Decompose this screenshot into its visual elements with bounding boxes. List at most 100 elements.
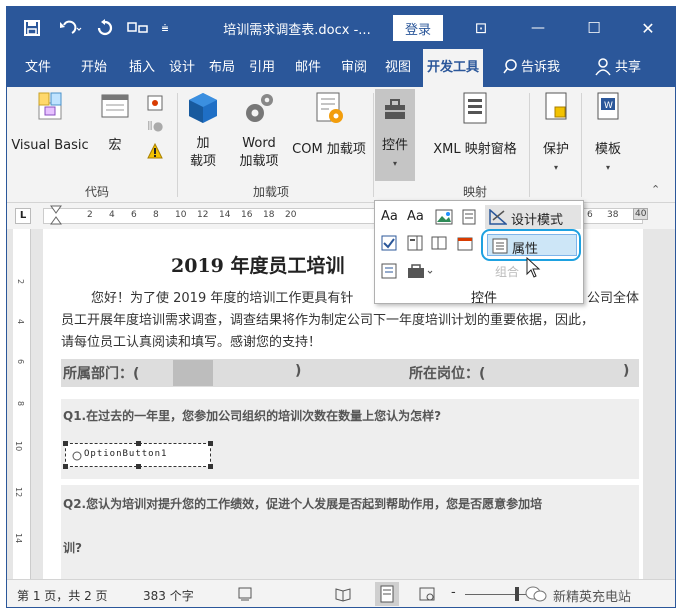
option-button-control[interactable]: OptionButton1 (63, 441, 213, 469)
word-count[interactable]: 383 个字 (143, 587, 194, 604)
login-button[interactable]: 登录 (393, 15, 443, 41)
group-divider (177, 93, 178, 197)
addins-label-2: 载项 (189, 154, 216, 169)
picture-control-icon[interactable] (435, 209, 453, 228)
xml-mapping-pane-button[interactable]: XML 映射窗格 (427, 91, 523, 159)
macro-icon (101, 94, 129, 118)
protect-label: 保护 (542, 142, 569, 157)
vruler-tick: 4 (16, 319, 25, 325)
indent-marker-icon[interactable] (49, 204, 63, 231)
vruler-tick: 2 (16, 279, 25, 285)
com-addins-icon (316, 92, 343, 123)
tab-review[interactable]: 审阅 (341, 49, 367, 87)
com-addins-button[interactable]: COM 加载项 (285, 91, 373, 159)
date-picker-control-icon[interactable] (457, 235, 475, 254)
ruler-tick: 18 (263, 210, 275, 220)
toolbox-icon (385, 99, 405, 119)
read-mode-icon[interactable] (335, 586, 351, 605)
intro-paragraph-line2: 员工开展年度培训需求调查，调查结果将作为制定公司下一年度培训计划的重要依据，因此… (61, 313, 595, 328)
tab-file[interactable]: 文件 (25, 49, 51, 87)
customize-qat-icon[interactable]: ⩧ (157, 7, 173, 49)
minimize-button[interactable]: — (523, 7, 553, 49)
tab-view[interactable]: 视图 (385, 49, 411, 87)
visual-basic-button[interactable]: Visual Basic (9, 91, 91, 155)
group-divider (529, 93, 530, 197)
ruler-tick: 14 (219, 210, 231, 220)
tab-selector[interactable]: L (15, 208, 31, 224)
department-label: 所属部门：( (63, 366, 140, 382)
controls-button[interactable]: 控件 ▾ (375, 89, 415, 181)
addins-label-1: 加 (196, 136, 210, 151)
redo-icon[interactable] (95, 7, 115, 49)
checkbox-control-icon[interactable] (381, 235, 397, 254)
save-icon[interactable] (21, 7, 43, 49)
right-indent-marker[interactable]: 40 (633, 208, 649, 220)
ruler-tick: 20 (285, 210, 297, 220)
legacy-tools-icon[interactable] (407, 263, 435, 282)
word-addins-label-2: 加载项 (239, 154, 279, 169)
record-macro-icon[interactable] (147, 95, 163, 111)
protect-button[interactable]: 保护 ▾ (533, 91, 579, 177)
wechat-logo-icon (525, 585, 547, 606)
word-addins-label-1: Word (242, 136, 276, 151)
ribbon-display-icon[interactable]: ⊡ (471, 7, 491, 49)
macro-security-icon[interactable] (147, 142, 163, 159)
tellme-box[interactable]: 告诉我 (521, 49, 560, 87)
department-close: ) (295, 363, 302, 379)
template-button[interactable]: W 模板 ▾ (585, 91, 631, 177)
share-button[interactable]: 共享 (615, 49, 641, 87)
intro-paragraph-line1-end: 公司全体 (587, 291, 640, 306)
question-q2: Q2.您认为培训对提升您的工作绩效，促进个人发展是否起到帮助作用，您是否愿意参加… (63, 497, 543, 511)
vruler-tick: 6 (16, 359, 25, 365)
vruler-tick: 8 (16, 401, 25, 407)
developer-ribbon: Visual Basic 宏 Ⅱ● 代码 加 载项 Word 加载项 COM 加… (7, 87, 675, 203)
tab-home[interactable]: 开始 (81, 49, 107, 87)
print-layout-icon[interactable] (375, 582, 399, 606)
ruler-tick: 2 (87, 210, 93, 220)
department-field[interactable] (173, 360, 213, 386)
chevron-down-icon: ▾ (392, 159, 397, 168)
intro-paragraph-line1: 您好！为了使 2019 年度的培训工作更具有针 (91, 291, 354, 306)
share-person-icon[interactable] (595, 49, 613, 87)
vertical-ruler[interactable]: 2 4 6 8 10 12 14 (13, 229, 31, 579)
design-mode-button[interactable]: 设计模式 (485, 205, 581, 229)
undo-icon[interactable] (55, 7, 85, 49)
tab-references[interactable]: 引用 (249, 49, 275, 87)
word-addins-button[interactable]: Word 加载项 (231, 91, 287, 171)
close-button[interactable]: ✕ (633, 7, 663, 49)
collapse-ribbon-icon[interactable]: ⌃ (651, 183, 660, 196)
page-count[interactable]: 第 1 页，共 2 页 (17, 587, 108, 604)
plain-text-control-button[interactable]: Aa (407, 209, 424, 224)
addins-button[interactable]: 加 载项 (183, 91, 223, 171)
touch-mode-icon[interactable] (125, 7, 151, 49)
macros-button[interactable]: 宏 (97, 91, 133, 155)
repeating-section-control-icon[interactable] (381, 263, 399, 282)
maximize-button[interactable]: ☐ (579, 7, 609, 49)
tab-insert[interactable]: 插入 (129, 49, 155, 87)
group-divider (581, 93, 582, 197)
tab-developer[interactable]: 开发工具 (423, 49, 484, 87)
tellme-search-icon[interactable] (503, 49, 519, 87)
web-layout-icon[interactable] (419, 586, 435, 605)
word-window: ⩧ 培训需求调查表.docx -... 登录 ⊡ — ☐ ✕ 文件 开始 插入 … (6, 6, 676, 608)
ruler-tick: 16 (241, 210, 253, 220)
combo-box-control-icon[interactable] (407, 235, 423, 254)
addins-cube-icon (189, 93, 217, 123)
rich-text-control-button[interactable]: Aa (381, 209, 398, 224)
pause-recording-icon[interactable]: Ⅱ● (147, 119, 163, 135)
question-q2-continued: 训? (63, 541, 82, 555)
controls-label: 控件 (381, 138, 408, 153)
tab-design[interactable]: 设计 (169, 49, 195, 87)
tab-mailings[interactable]: 邮件 (295, 49, 321, 87)
zoom-slider-thumb[interactable] (515, 587, 519, 601)
tab-layout[interactable]: 布局 (209, 49, 235, 87)
ruler-tick: 38 (607, 210, 619, 220)
zoom-out-icon[interactable]: - (451, 585, 456, 600)
vruler-tick: 14 (14, 533, 23, 544)
template-label: 模板 (594, 142, 621, 157)
drop-down-list-control-icon[interactable] (431, 235, 447, 254)
macro-label: 宏 (108, 138, 122, 153)
group-divider (373, 93, 374, 197)
proofing-icon[interactable] (237, 586, 253, 605)
building-block-control-icon[interactable] (461, 209, 477, 228)
